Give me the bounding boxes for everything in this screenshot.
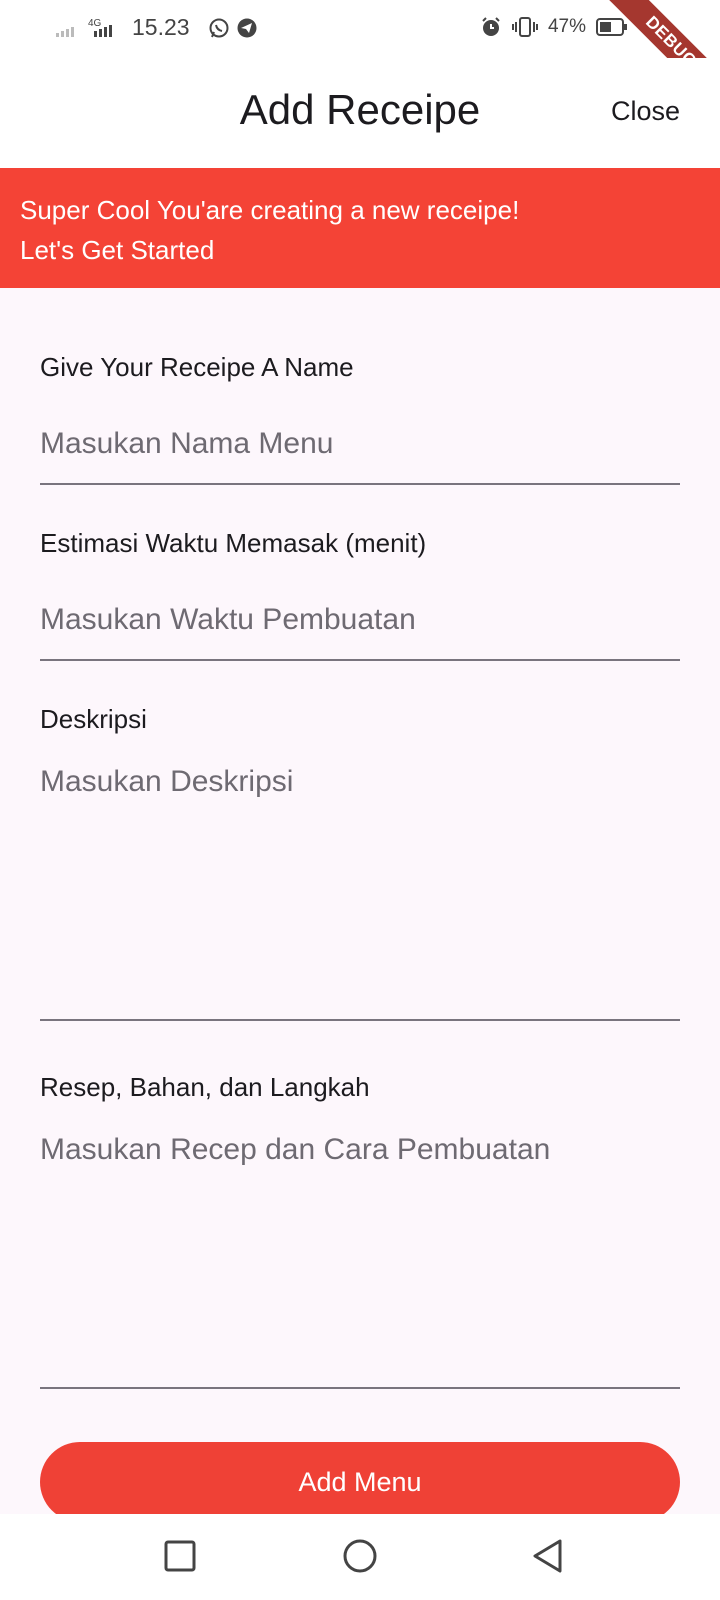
banner-line-2: Let's Get Started [20, 235, 215, 265]
system-nav-bar [0, 1514, 720, 1600]
recipe-name-input[interactable] [40, 405, 680, 485]
info-banner: Super Cool You'are creating a new receip… [0, 168, 720, 288]
recipe-steps-input[interactable] [40, 1125, 680, 1389]
recipe-steps-label: Resep, Bahan, dan Langkah [40, 1072, 370, 1102]
recipe-name-label: Give Your Receipe A Name [40, 352, 354, 382]
signal-icon: 4G [56, 18, 112, 37]
recipe-steps-field: Resep, Bahan, dan Langkah [40, 1072, 680, 1389]
status-time: 15.23 [132, 14, 190, 40]
battery-percent: 47% [547, 16, 586, 37]
app-bar: Add Receipe Close [0, 58, 720, 168]
cooking-time-input[interactable] [40, 581, 680, 661]
cooking-time-label: Estimasi Waktu Memasak (menit) [40, 528, 427, 558]
recents-button[interactable] [158, 1534, 202, 1578]
alarm-icon [482, 17, 500, 36]
network-label: 4G [88, 18, 102, 29]
home-button[interactable] [338, 1534, 382, 1578]
back-button[interactable] [526, 1534, 570, 1578]
cooking-time-field: Estimasi Waktu Memasak (menit) [40, 528, 680, 661]
whatsapp-icon [209, 18, 229, 37]
recipe-name-field: Give Your Receipe A Name [40, 352, 680, 485]
recents-icon [164, 1540, 196, 1572]
banner-line-1: Super Cool You'are creating a new receip… [20, 195, 520, 225]
vibrate-icon [511, 17, 538, 37]
home-icon [343, 1539, 377, 1573]
status-right: 47% [480, 16, 628, 38]
close-button[interactable]: Close [611, 96, 680, 127]
telegram-icon [237, 18, 257, 37]
status-bar: 4G 15.23 47% DEBUG [0, 0, 720, 120]
add-menu-button[interactable]: Add Menu [40, 1442, 680, 1522]
status-left: 4G 15.23 [56, 14, 258, 41]
back-icon [533, 1539, 562, 1573]
battery-icon [596, 18, 627, 36]
description-field: Deskripsi [40, 704, 680, 1021]
description-label: Deskripsi [40, 704, 147, 734]
description-input[interactable] [40, 757, 680, 1021]
